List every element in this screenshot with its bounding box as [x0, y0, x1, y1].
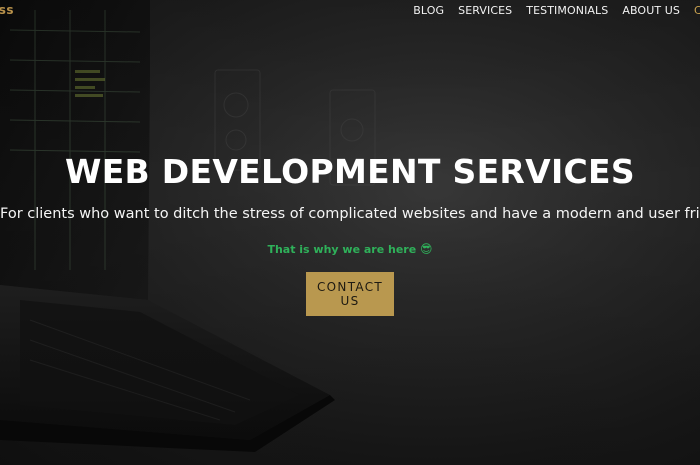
nav-item-about-us[interactable]: ABOUT US	[622, 4, 680, 17]
tagline-text: That is why we are here	[267, 243, 417, 256]
contact-us-button[interactable]: CONTACT US	[306, 272, 394, 316]
brand-text: ss	[0, 3, 14, 17]
hero-tagline: That is why we are here 😎	[0, 241, 700, 258]
hero-subtitle: For clients who want to ditch the stress…	[0, 206, 700, 222]
nav-item-truncated[interactable]: C	[694, 4, 700, 17]
hero-title: WEB DEVELOPMENT SERVICES	[65, 152, 635, 191]
sunglasses-emoji-icon: 😎	[420, 242, 433, 256]
brand-logo[interactable]: ss	[0, 3, 14, 17]
main-nav: BLOG SERVICES TESTIMONIALS ABOUT US C	[399, 4, 700, 17]
nav-item-testimonials[interactable]: TESTIMONIALS	[526, 4, 608, 17]
hero-content: WEB DEVELOPMENT SERVICES For clients who…	[0, 150, 700, 316]
nav-item-services[interactable]: SERVICES	[458, 4, 512, 17]
hero-section: ss BLOG SERVICES TESTIMONIALS ABOUT US C…	[0, 0, 700, 465]
nav-item-blog[interactable]: BLOG	[413, 4, 444, 17]
